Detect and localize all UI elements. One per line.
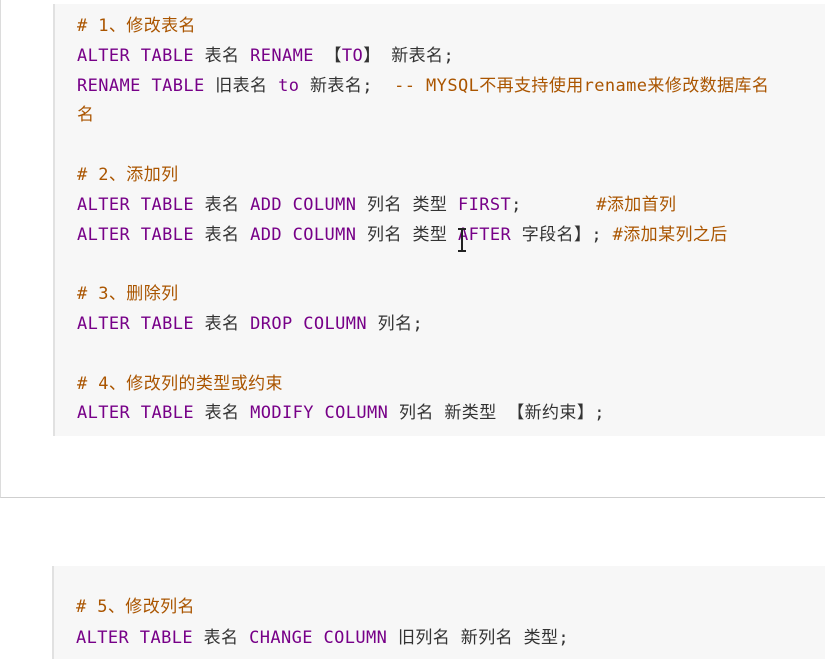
sql-keyword: DROP COLUMN [250,314,368,334]
sql-keyword: ALTER TABLE [77,194,194,215]
sql-text: 列名 类型 [356,224,458,245]
sql-comment: 名 [77,105,95,126]
sql-keyword: ALTER TABLE [76,628,193,648]
sql-comment: -- MYSQL不再支持使用rename来修改数据库名 [394,75,770,96]
sql-comment: # 4、修改列的类型或约束 [77,373,283,394]
code-line: ALTER TABLE 表名 MODIFY COLUMN 列名 新类型 【新约束… [77,401,605,425]
sql-comment: # 2、添加列 [77,165,179,185]
sql-keyword: RENAME [250,45,314,66]
sql-keyword: to [278,75,300,96]
code-line: ALTER TABLE 表名 ADD COLUMN 列名 类型 FIRST; #… [77,193,676,217]
sql-text: 表名 [193,194,251,215]
sql-keyword: ALTER TABLE [77,314,194,334]
sql-text: 表名 [193,403,251,424]
sql-text: 表名 [192,628,250,648]
sql-text: 】 新表名; [363,45,455,66]
sql-text: 【 [313,45,342,66]
code-line: # 3、删除列 [77,282,179,306]
sql-text: 列名 类型 [356,194,458,215]
sql-text: ; [511,194,597,215]
code-line: # 5、修改列名 [76,595,195,619]
sql-text: 表名 [193,45,251,66]
sql-keyword: ADD COLUMN [250,224,357,245]
code-line: # 2、添加列 [77,163,179,187]
sql-keyword: MODIFY COLUMN [250,403,389,424]
sql-comment: #添加某列之后 [612,224,728,245]
sql-keyword: ADD COLUMN [250,194,357,215]
sql-text: 旧列名 新列名 类型; [387,628,570,648]
sql-text: 字段名】; [511,224,613,245]
sql-comment: # 5、修改列名 [76,597,195,617]
sql-keyword: ALTER TABLE [77,45,194,66]
sql-keyword: TO [341,45,364,66]
code-line: RENAME TABLE 旧表名 to 新表名; -- MYSQL不再支持使用r… [77,74,769,98]
sql-comment: #添加首列 [596,194,677,215]
code-line: ALTER TABLE 表名 DROP COLUMN 列名; [77,312,423,336]
sql-keyword: CHANGE COLUMN [249,628,388,648]
sql-text: 表名 [193,314,251,334]
sql-keyword: ALTER TABLE [77,403,194,424]
code-line: # 4、修改列的类型或约束 [77,372,283,396]
sql-comment: # 3、删除列 [77,284,179,305]
sql-keyword: FIRST [457,194,512,215]
sql-text: 新表名; [299,75,395,96]
code-line: ALTER TABLE 表名 CHANGE COLUMN 旧列名 新列名 类型; [76,626,569,650]
code-line: # 1、修改表名 [77,14,196,38]
code-line: ALTER TABLE 表名 RENAME 【TO】 新表名; [77,44,454,68]
code-line: ALTER TABLE 表名 ADD COLUMN 列名 类型 AFTER 字段… [77,223,728,247]
sql-keyword: ALTER TABLE [77,224,194,245]
sql-text: 列名; [367,314,424,334]
text-cursor-icon [458,228,466,252]
note-card: # 1、修改表名 ALTER TABLE 表名 RENAME 【TO】 新表名; R… [0,0,825,498]
sql-comment: # 1、修改表名 [77,16,196,36]
sql-code-block[interactable]: # 1、修改表名 ALTER TABLE 表名 RENAME 【TO】 新表名; R… [53,4,825,436]
sql-text: 列名 新类型 【新约束】; [388,403,605,424]
sql-keyword: RENAME TABLE [77,75,205,96]
code-line: 名 [77,103,94,127]
sql-code-block-change-column[interactable]: # 5、修改列名 ALTER TABLE 表名 CHANGE COLUMN 旧列名… [52,566,825,659]
sql-text: 旧表名 [204,75,279,96]
sql-text: 表名 [193,224,251,245]
